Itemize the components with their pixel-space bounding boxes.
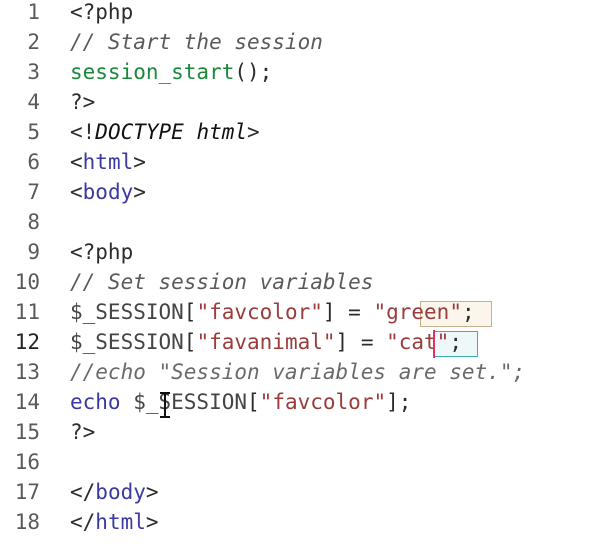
code-line[interactable]: 11 $_SESSION["favcolor"] = "green"; [0,297,608,327]
code-text[interactable]: <body> [70,177,146,207]
code-line[interactable]: 13 //echo "Session variables are set."; [0,357,608,387]
code-line[interactable]: 9 <?php [0,237,608,267]
code-token: DOCTYPE html [95,120,248,144]
code-token: <?php [70,240,134,264]
code-line[interactable]: 1 <?php [0,0,608,27]
line-number: 13 [14,360,40,384]
code-line[interactable]: 10 // Set session variables [0,267,608,297]
line-number: 18 [14,510,40,534]
line-number: 3 [27,60,40,84]
code-token: "cat" [386,330,450,354]
code-token: html [95,510,146,534]
code-token: <?php [70,0,134,24]
code-token: </ [70,480,96,504]
line-number: 15 [14,420,40,444]
code-line[interactable]: 8 [0,207,608,237]
code-token: // Start the session [70,30,323,54]
code-token: "green" [373,300,462,324]
code-token: ] = [322,300,374,324]
code-text[interactable]: ?> [70,417,95,447]
code-line[interactable]: 12 $_SESSION["favanimal"] = "cat"; [0,327,608,357]
code-token: html [82,150,134,174]
code-token: > [133,150,146,174]
code-token: $_SESSION [133,390,248,414]
code-token: // Set session variables [70,270,374,294]
code-text[interactable]: //echo "Session variables are set."; [70,357,525,387]
code-line[interactable]: 18 </html> [0,507,608,537]
code-line[interactable]: 15 ?> [0,417,608,447]
code-token: <! [70,120,96,144]
code-text[interactable]: $_SESSION["favcolor"] = "green"; [70,297,475,327]
code-token: ; [449,330,462,354]
code-text[interactable]: // Start the session [70,27,323,57]
code-token: $_SESSION [70,330,184,354]
line-number: 12 [14,330,40,354]
code-token: //echo "Session variables are set."; [70,360,526,384]
code-token: body [95,480,146,504]
line-number: 10 [14,270,40,294]
line-number: 4 [27,90,40,114]
code-line[interactable]: 3 session_start(); [0,57,608,87]
code-token: [ [183,330,197,354]
code-line[interactable]: 6 <html> [0,147,608,177]
code-text[interactable]: <!DOCTYPE html> [70,117,260,147]
code-token: ?> [70,90,96,114]
code-token: > [145,480,159,504]
code-token: ]; [386,390,412,414]
code-token: < [70,150,83,174]
line-number: 5 [27,120,40,144]
line-number: 16 [14,450,40,474]
code-token: "favcolor" [259,390,387,414]
code-token: > [145,510,159,534]
code-token: ; [461,300,475,324]
code-token: < [70,180,83,204]
code-token: ] = [335,330,387,354]
code-line[interactable]: 4 ?> [0,87,608,117]
code-line[interactable]: 16 [0,447,608,477]
line-number: 8 [27,210,40,234]
code-token: echo [70,390,134,414]
code-token: $_SESSION [70,300,184,324]
code-text[interactable]: echo $_SESSION["favcolor"]; [70,387,411,417]
code-token: [ [183,300,197,324]
line-number: 11 [14,300,40,324]
code-line[interactable]: 14 echo $_SESSION["favcolor"]; [0,387,608,417]
code-token: ?> [70,420,96,444]
code-line[interactable]: 2 // Start the session [0,27,608,57]
code-token: [ [247,390,260,414]
code-text[interactable]: </body> [70,477,159,507]
code-token: "favanimal" [196,330,336,354]
code-editor[interactable]: 1 <?php 2 // Start the session 3 session_star… [0,0,608,550]
code-text[interactable]: session_start(); [70,57,272,87]
code-text[interactable]: </html> [70,507,159,537]
code-text[interactable]: $_SESSION["favanimal"] = "cat"; [70,327,462,357]
code-text[interactable]: <html> [70,147,146,177]
line-number: 2 [27,30,40,54]
code-text[interactable]: // Set session variables [70,267,373,297]
code-text[interactable]: <?php [70,237,133,267]
code-token: session_start [70,60,235,84]
text-caret [433,330,435,358]
code-token: > [133,180,146,204]
code-token: "favcolor" [196,300,323,324]
code-line[interactable]: 7 <body> [0,177,608,207]
code-text[interactable]: <?php [70,0,133,27]
text-cursor-ibeam-icon [160,392,170,418]
code-line[interactable]: 17 </body> [0,477,608,507]
code-token: body [82,180,134,204]
code-token: > [247,120,260,144]
line-number: 1 [27,0,40,24]
line-number: 6 [27,150,40,174]
code-text[interactable]: ?> [70,87,95,117]
line-number: 9 [27,240,40,264]
line-number: 14 [14,390,40,414]
line-number: 17 [14,480,40,504]
code-line[interactable]: 5 <!DOCTYPE html> [0,117,608,147]
code-token: (); [234,60,273,84]
line-number: 7 [27,180,40,204]
code-token: </ [70,510,96,534]
